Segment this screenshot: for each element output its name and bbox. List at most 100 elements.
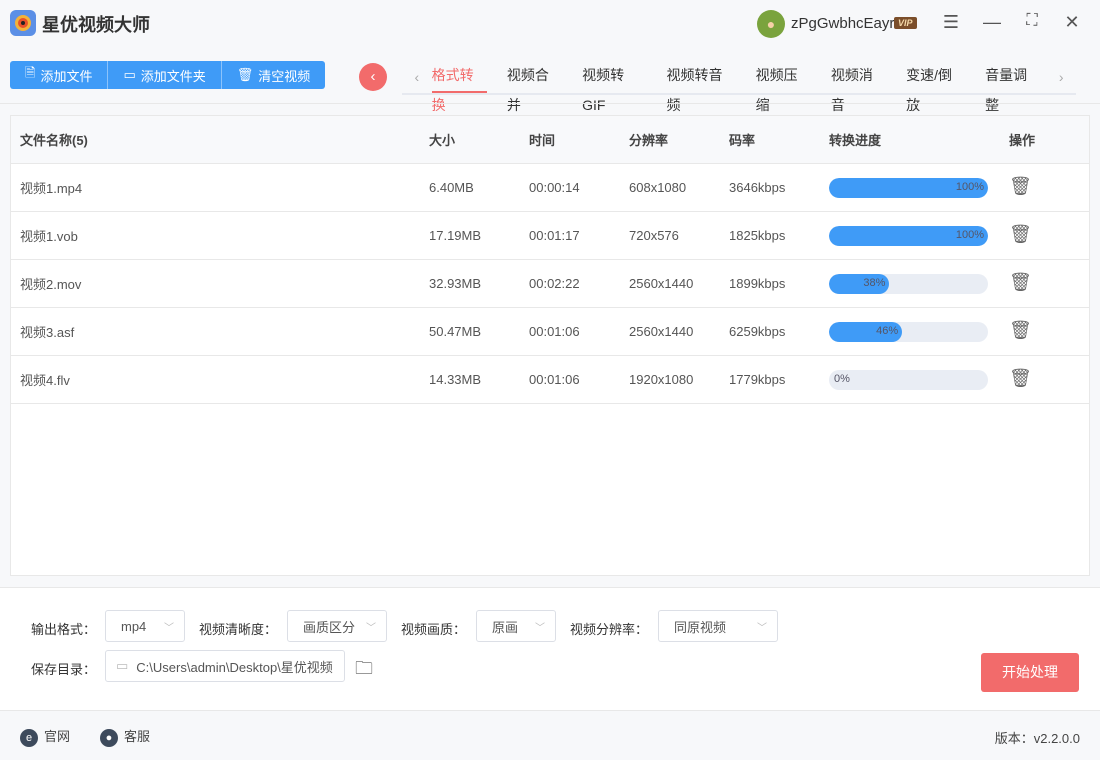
function-tabs: ‹ 格式转换 视频合并 视频转GIF 视频转音频 视频压缩 视频消音 变速/倒放… (402, 60, 1076, 113)
open-folder-icon[interactable]: 🗀 (355, 656, 373, 686)
browser-icon: e (20, 728, 38, 747)
chevron-down-icon: ﹀ (366, 622, 376, 634)
file-size: 32.93MB (429, 276, 482, 291)
resolution-value: 同原视频 (674, 619, 727, 635)
folder-icon: ▭ (123, 67, 136, 82)
add-file-button[interactable]: 🗎 添加文件 (10, 61, 109, 89)
collapse-button[interactable]: ‹ (359, 63, 387, 91)
username[interactable]: zPgGwbhcEayr (791, 15, 894, 32)
file-size: 17.19MB (429, 228, 482, 243)
format-value: mp4 (121, 618, 147, 634)
website-link[interactable]: e 官网 (20, 726, 70, 747)
trash-icon: 🗑 (236, 67, 254, 82)
progress-text: 46% (876, 325, 899, 337)
quality-label: 视频画质： (401, 622, 467, 637)
col-ops: 操作 (1009, 133, 1036, 148)
progress-bar: 38% (829, 274, 988, 294)
tabs-next-icon[interactable]: › (1046, 69, 1076, 85)
clarity-value: 画质区分 (303, 619, 356, 635)
start-button[interactable]: 开始处理 (981, 653, 1079, 692)
delete-icon[interactable]: 🗑 (1009, 368, 1032, 389)
file-name: 视频4.flv (20, 373, 70, 388)
progress-bar: 100% (829, 226, 988, 246)
file-resolution: 2560x1440 (629, 276, 694, 291)
tab-format-convert[interactable]: 格式转换 (431, 60, 487, 113)
file-icon: 🗎 (25, 65, 36, 80)
tab-gif[interactable]: 视频转GIF (582, 60, 646, 113)
table-row[interactable]: 视频1.vob 17.19MB 00:01:17 720x576 1825kbps 100… (11, 212, 1089, 260)
settings-icon[interactable]: ☰ (940, 12, 962, 33)
support-link[interactable]: ● 客服 (100, 726, 150, 747)
table-row[interactable]: 视频2.mov 32.93MB 00:02:22 2560x1440 1899kbps 3… (11, 260, 1089, 308)
progress-fill: 100% (829, 226, 988, 246)
file-resolution: 2560x1440 (629, 324, 694, 339)
file-resolution: 608x1080 (629, 180, 687, 195)
file-duration: 00:01:17 (529, 228, 580, 243)
tab-audio[interactable]: 视频转音频 (667, 60, 736, 113)
version-text: 版本：v2.2.0.0 (994, 731, 1080, 746)
user-avatar[interactable]: ● (757, 10, 785, 38)
file-bitrate: 3646kbps (729, 180, 786, 195)
progress-text: 0% (834, 373, 850, 385)
file-size: 14.33MB (429, 372, 482, 387)
format-label: 输出格式： (31, 622, 97, 637)
tab-volume[interactable]: 音量调整 (985, 60, 1040, 113)
progress-fill: 38% (829, 274, 890, 294)
maximize-icon[interactable]: ⛶ (1021, 12, 1043, 30)
table-row[interactable]: 视频1.mp4 6.40MB 00:00:14 608x1080 3646kbps 100… (11, 164, 1089, 212)
file-resolution: 1920x1080 (629, 372, 694, 387)
clear-videos-button[interactable]: 🗑 清空视频 (222, 61, 326, 89)
file-bitrate: 6259kbps (729, 324, 786, 339)
progress-fill: 46% (829, 322, 903, 342)
tab-compress[interactable]: 视频压缩 (756, 60, 811, 113)
resolution-select[interactable]: 同原视频 ﹀ (658, 610, 778, 642)
col-progress: 转换进度 (829, 133, 882, 148)
folder-icon: ▭ (116, 658, 129, 673)
table-row[interactable]: 视频4.flv 14.33MB 00:01:06 1920x1080 1779kbps 0… (11, 356, 1089, 404)
progress-fill: 100% (829, 178, 988, 198)
file-resolution: 720x576 (629, 228, 679, 243)
vip-badge: VIP (894, 17, 917, 29)
tab-speed[interactable]: 变速/倒放 (906, 60, 965, 113)
file-duration: 00:02:22 (529, 276, 580, 291)
quality-value: 原画 (492, 619, 519, 635)
save-dir-input[interactable]: ▭ C:\Users\admin\Desktop\星优视频 (105, 650, 345, 682)
quality-select[interactable]: 原画 ﹀ (476, 610, 556, 642)
minimize-icon[interactable]: — (981, 12, 1003, 33)
table-row[interactable]: 视频3.asf 50.47MB 00:01:06 2560x1440 6259kbps 4… (11, 308, 1089, 356)
delete-icon[interactable]: 🗑 (1009, 176, 1032, 197)
delete-icon[interactable]: 🗑 (1009, 320, 1032, 341)
col-name: 文件名称(5) (20, 133, 88, 148)
tabs-prev-icon[interactable]: ‹ (402, 69, 432, 85)
file-size: 6.40MB (429, 180, 474, 195)
file-bitrate: 1899kbps (729, 276, 786, 291)
add-folder-label: 添加文件夹 (140, 68, 206, 84)
progress-text: 100% (955, 181, 984, 193)
chevron-down-icon: ﹀ (535, 622, 545, 634)
file-name: 视频1.mp4 (20, 181, 83, 196)
progress-text: 38% (863, 277, 886, 289)
col-resolution: 分辨率 (629, 133, 669, 148)
progress-bar: 0% (829, 370, 988, 390)
save-dir-value: C:\Users\admin\Desktop\星优视频 (136, 659, 333, 675)
format-select[interactable]: mp4 ﹀ (105, 610, 185, 642)
divider (0, 103, 1100, 104)
chat-icon: ● (100, 728, 118, 747)
delete-icon[interactable]: 🗑 (1009, 224, 1032, 245)
add-folder-button[interactable]: ▭ 添加文件夹 (108, 61, 222, 89)
file-name: 视频1.vob (20, 229, 78, 244)
support-label: 客服 (124, 729, 151, 744)
close-icon[interactable]: ✕ (1061, 12, 1083, 33)
file-name: 视频3.asf (20, 325, 75, 340)
website-label: 官网 (44, 729, 71, 744)
progress-bar: 46% (829, 322, 988, 342)
clarity-select[interactable]: 画质区分 ﹀ (287, 610, 387, 642)
tab-merge[interactable]: 视频合并 (507, 60, 562, 113)
tab-mute[interactable]: 视频消音 (831, 60, 886, 113)
file-duration: 00:01:06 (529, 324, 580, 339)
delete-icon[interactable]: 🗑 (1009, 272, 1032, 293)
progress-text: 100% (955, 229, 984, 241)
dir-label: 保存目录： (31, 662, 97, 677)
clarity-label: 视频清晰度： (199, 622, 278, 637)
file-size: 50.47MB (429, 324, 482, 339)
